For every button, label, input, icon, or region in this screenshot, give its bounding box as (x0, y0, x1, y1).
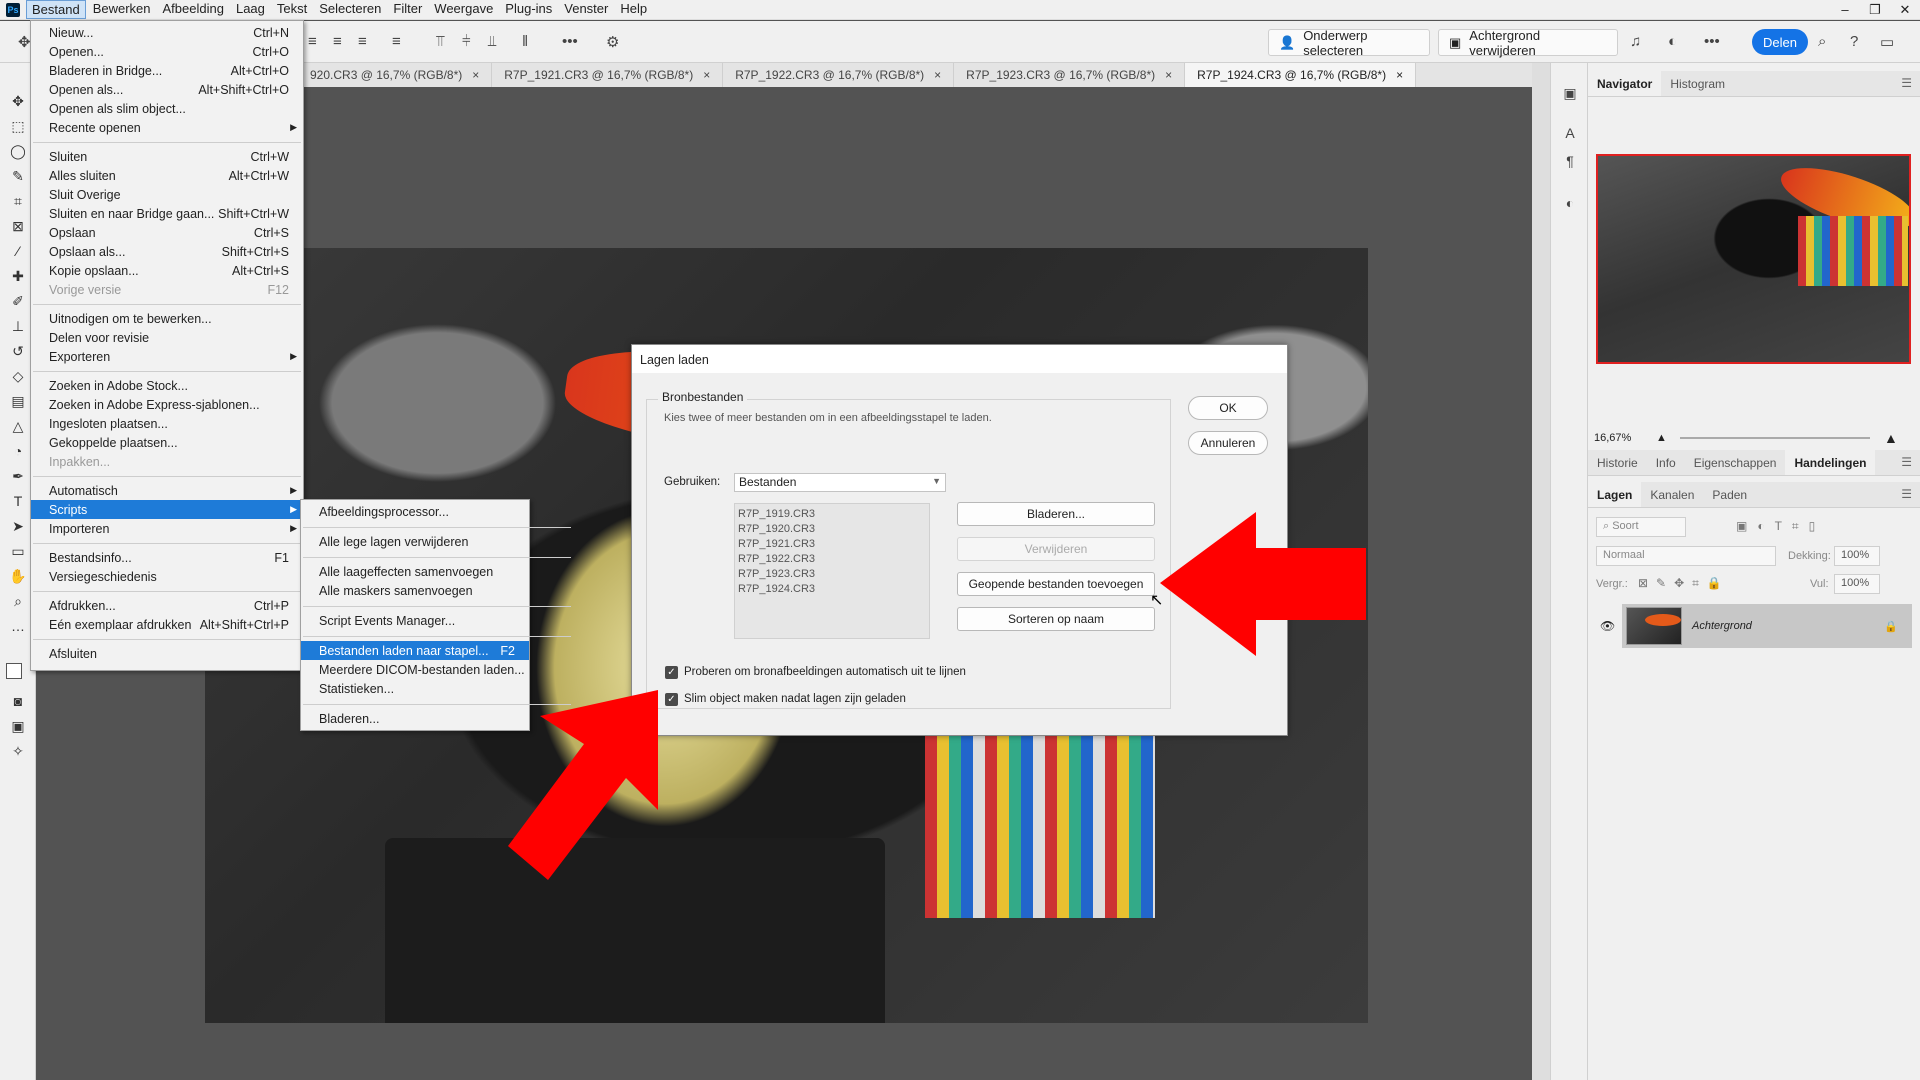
red-arrow-left (508, 690, 658, 880)
annotation-arrows (508, 512, 1366, 880)
mouse-cursor-icon: ↖ (1150, 592, 1164, 609)
red-arrow-right (1160, 512, 1366, 656)
